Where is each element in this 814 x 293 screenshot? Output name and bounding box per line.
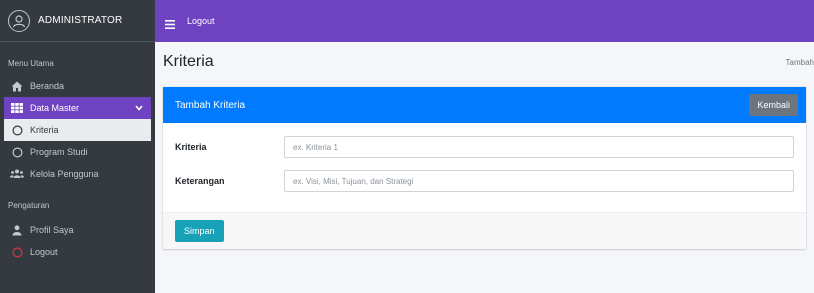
hamburger-menu-icon[interactable] [165,16,177,29]
user-icon [10,224,24,236]
sidebar-item-label: Profil Saya [30,225,74,235]
sidebar: ADMINISTRATOR Menu Utama Beranda Data Ma… [0,0,155,293]
circle-icon [10,146,24,158]
sidebar-item-kelola-pengguna[interactable]: Kelola Pengguna [0,163,155,185]
users-icon [10,168,24,180]
sidebar-item-label: Data Master [30,103,80,113]
sidebar-item-program-studi[interactable]: Program Studi [0,141,155,163]
card-header: Tambah Kriteria Kembali [163,87,806,123]
add-kriteria-card: Tambah Kriteria Kembali Kriteria Keteran… [163,87,806,249]
sidebar-item-label: Program Studi [30,147,88,157]
brand-name: ADMINISTRATOR [38,15,123,26]
sidebar-item-kriteria[interactable]: Kriteria [4,119,151,141]
nav-header-pengaturan: Pengaturan [8,201,50,210]
form-row-kriteria: Kriteria [175,135,794,159]
sidebar-item-logout[interactable]: Logout [0,241,155,263]
breadcrumb[interactable]: Tambah [786,58,814,67]
page-title: Kriteria [163,53,214,70]
chevron-down-icon [135,103,143,113]
kriteria-label: Kriteria [175,142,207,152]
topbar-logout-link[interactable]: Logout [187,16,215,26]
grid-icon [10,102,24,114]
circle-icon [10,246,24,258]
sidebar-item-profil-saya[interactable]: Profil Saya [0,219,155,241]
top-navbar: Logout [155,0,814,42]
sidebar-item-label: Kriteria [30,125,59,135]
sidebar-item-label: Kelola Pengguna [30,169,99,179]
card-title: Tambah Kriteria [175,99,246,111]
sidebar-item-data-master[interactable]: Data Master [4,97,151,119]
keterangan-label: Keterangan [175,176,225,186]
form-row-keterangan: Keterangan [175,169,794,193]
brand-link[interactable]: ADMINISTRATOR [0,0,155,42]
kriteria-input[interactable] [284,136,794,158]
keterangan-input[interactable] [284,170,794,192]
nav-header-menu-utama: Menu Utama [8,59,54,68]
circle-icon [10,124,24,136]
back-button[interactable]: Kembali [749,94,798,116]
home-icon [10,80,24,92]
user-circle-icon [8,9,30,32]
save-button[interactable]: Simpan [175,220,224,242]
card-footer: Simpan [163,212,806,249]
card-body: Kriteria Keterangan [163,123,806,193]
sidebar-item-beranda[interactable]: Beranda [0,75,155,97]
sidebar-item-label: Beranda [30,81,65,91]
main-content: Kriteria Tambah Tambah Kriteria Kembali … [155,42,814,293]
sidebar-item-label: Logout [30,247,58,257]
content-header: Kriteria Tambah [155,42,814,82]
